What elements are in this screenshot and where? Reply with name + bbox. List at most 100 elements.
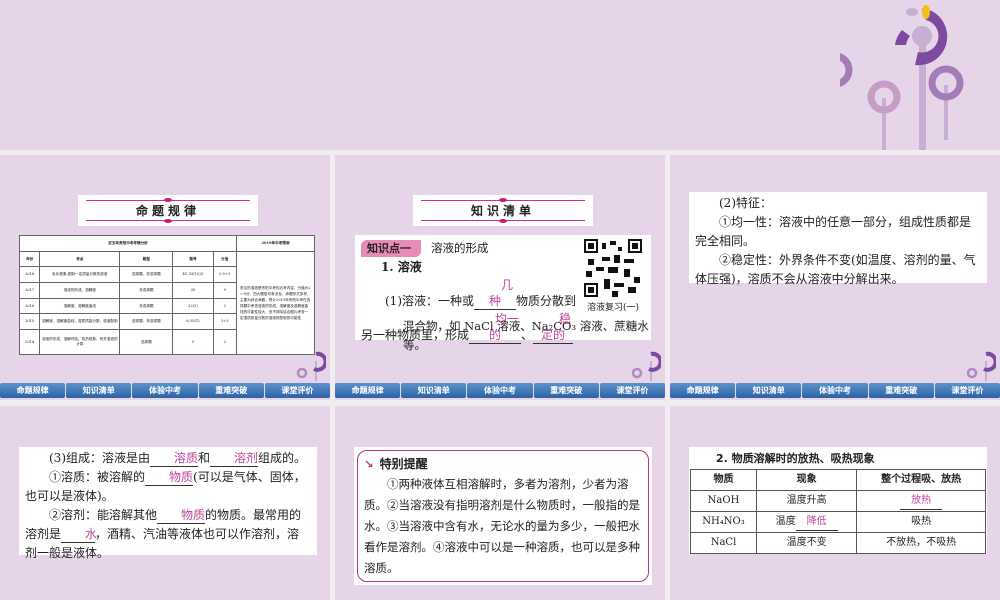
nav-button-zhongnan[interactable]: 重难突破: [533, 383, 599, 398]
feature-uniformity: ①均一性：溶液中的任意一部分，组成性质都是完全相同。: [695, 215, 972, 248]
nav-button-zhishi[interactable]: 知识清单: [736, 383, 802, 398]
cell: NaCl: [690, 532, 757, 554]
nav-button-tiyan[interactable]: 体验中考: [132, 383, 198, 398]
reminder-body: ①两种液体互相溶解时，多者为溶剂，少者为溶质。②当溶液没有指明溶剂是什么物质时，…: [364, 477, 640, 575]
header-band: [0, 0, 1000, 150]
cell: 溶液的形成、溶解时吸、放热现象、有关溶液的计算: [39, 328, 121, 356]
nav-button-tiyan[interactable]: 体验中考: [467, 383, 533, 398]
nav-button-zhishi[interactable]: 知识清单: [66, 383, 132, 398]
knowledge-title: 溶液的形成: [431, 241, 489, 255]
answer-blank: 几种: [474, 277, 516, 310]
decorative-flower-icon: [296, 351, 326, 381]
col-header: 现象: [755, 469, 858, 491]
answer-blank: 降低: [795, 514, 838, 531]
cell: 温度升高: [755, 490, 858, 512]
composition-box: (3)组成：溶液是由 溶质和 溶剂组成的。 ①溶质：被溶解的 物质(可以是气体、固体，…: [19, 447, 317, 560]
cell: 溶解度、溶解度曲线: [39, 297, 121, 315]
special-reminder-box: ↘ 特别提醒 ①两种液体互相溶解时，多者为溶剂，少者为溶质。②当溶液没有指明溶剂是…: [354, 447, 652, 585]
cell: 乳化现象;配制一定质量分数的溶液: [39, 266, 121, 283]
heat-table: 物质 现象 整个过程吸、放热 NaOH 温度升高 放热 NH₄NO₃ 温度 降低 吸热 NaC…: [690, 469, 986, 554]
section-banner: 知识清单: [413, 195, 593, 226]
slide-thumbnail-5[interactable]: ↘ 特别提醒 ①两种液体互相溶解时，多者为溶剂，少者为溶质。②当溶液没有指明溶剂是…: [335, 406, 665, 600]
cell: 2: [212, 297, 238, 315]
cell: 0.5+3: [212, 266, 238, 283]
reminder-title: 特别提醒: [379, 457, 428, 471]
cell: 2: [212, 328, 238, 356]
features-heading: (2)特征：: [719, 196, 772, 210]
banner-title: 知识清单: [470, 204, 535, 218]
col-header: 题型: [119, 250, 174, 268]
cell: 吸热: [856, 511, 986, 533]
nav-button-tiyan[interactable]: 体验中考: [802, 383, 868, 398]
answer-blank: 放热: [900, 493, 943, 510]
cell: 9: [212, 281, 238, 299]
banner-title: 命题规律: [135, 204, 200, 218]
slide-thumbnail-4[interactable]: (3)组成：溶液是由 溶质和 溶剂组成的。 ①溶质：被溶解的 物质(可以是气体、固体，…: [0, 406, 330, 600]
cell: 不放热，不吸热: [856, 532, 986, 554]
knowledge-tag: 知识点一: [361, 240, 421, 257]
slide-nav-bar: 命题规律 知识清单 体验中考 重难突破 课堂评价: [0, 383, 330, 398]
knowledge-box: 知识点一 溶液的形成 1. 溶液 (1)溶液：一种或几种 物质分散到另一种物质里，…: [355, 235, 651, 352]
col-header: 考点: [39, 250, 121, 268]
slide-nav-bar: 命题规律 知识清单 体验中考 重难突破 课堂评价: [670, 383, 1000, 398]
qr-code-block: 溶液复习(一): [583, 239, 643, 314]
heat-phenomena-box: 2. 物质溶解时的放热、吸热现象 物质 现象 整个过程吸、放热 NaOH 温度升高 放热…: [689, 447, 987, 554]
decorative-flower-icon: [966, 351, 996, 381]
cell: 2014: [18, 328, 41, 356]
nav-button-zhishi[interactable]: 知识清单: [401, 383, 467, 398]
forecast-text: 常见的溶液是贵阳中考的必考内容，分值为2～9分，四大题型均有涉及，命题形式多样，…: [236, 250, 315, 356]
col-header: 年份: [18, 250, 41, 268]
features-box: (2)特征： ①均一性：溶液中的任意一部分，组成性质都是完全相同。 ②稳定性：外…: [689, 192, 987, 286]
feature-stability: ②稳定性：外界条件不变(如温度、溶剂的量、气体压强)，溶质不会从溶液中分解出来。: [695, 253, 976, 286]
cell: 5: [172, 328, 214, 356]
answer-blank: 物质: [145, 469, 193, 486]
nav-button-ketang[interactable]: 课堂评价: [599, 383, 665, 398]
nav-button-ketang[interactable]: 课堂评价: [264, 383, 330, 398]
nav-button-ketang[interactable]: 课堂评价: [934, 383, 1000, 398]
col-header: 整个过程吸、放热: [856, 469, 986, 491]
nav-button-mingti[interactable]: 命题规律: [335, 383, 401, 398]
cell: NH₄NO₃: [690, 511, 757, 533]
answer-blank: 物质: [157, 507, 205, 524]
table-row: NaOH 温度升高 放热: [690, 490, 986, 512]
cell: 温度不变: [755, 532, 858, 554]
cell: 非选择题: [119, 281, 174, 299]
slide-thumbnail-2[interactable]: 知识清单 知识点一 溶液的形成 1. 溶液 (1)溶液：一种或几种 物质分散到另一…: [335, 155, 665, 400]
forecast-header: 2019年中考预测: [236, 235, 315, 252]
table-group-header: 近五年贵阳中考考情分析: [19, 235, 237, 252]
table-row: NaCl 温度不变 不放热，不吸热: [690, 532, 986, 554]
arrow-down-right-icon: ↘: [364, 457, 374, 471]
cell: 2015: [18, 313, 41, 330]
cell: 选择题、非选择题: [119, 313, 174, 330]
answer-blank: 溶剂: [210, 450, 258, 467]
nav-button-zhongnan[interactable]: 重难突破: [198, 383, 264, 398]
slide-thumbnail-6[interactable]: 2. 物质溶解时的放热、吸热现象 物质 现象 整个过程吸、放热 NaOH 温度升高 放热…: [670, 406, 1000, 600]
qr-code-icon[interactable]: [584, 239, 642, 297]
nav-button-zhongnan[interactable]: 重难突破: [868, 383, 934, 398]
solution-examples: 混合物，如 NaCl 溶液、Na₂CO₃ 溶液、蔗糖水等。: [403, 319, 649, 352]
cell: 非选择题: [119, 297, 174, 315]
slide-nav-bar: 命题规律 知识清单 体验中考 重难突破 课堂评价: [335, 383, 665, 398]
section-banner: 命题规律: [78, 195, 258, 226]
decorative-flower-icon: [631, 351, 661, 381]
cell: 选择题、非选择题: [119, 266, 174, 283]
cell: NaOH: [690, 490, 757, 512]
cell: 6;35(1): [172, 313, 214, 330]
col-header: 分值: [212, 250, 238, 268]
col-header: 物质: [690, 469, 757, 491]
table-row: NH₄NO₃ 温度 降低 吸热: [690, 511, 986, 533]
slide-thumbnail-3[interactable]: (2)特征： ①均一性：溶液中的任意一部分，组成性质都是完全相同。 ②稳定性：外…: [670, 155, 1000, 400]
cell: 2018: [18, 266, 41, 283]
cell: 溶解度、溶解度曲线、溶质质量分数、溶液配制: [39, 313, 121, 330]
section-heading: 2. 物质溶解时的放热、吸热现象: [716, 452, 875, 465]
col-header: 题号: [172, 250, 214, 268]
cell: 4C;33(1)(2): [172, 266, 214, 283]
qr-caption: 溶液复习(一): [586, 303, 640, 313]
nav-button-mingti[interactable]: 命题规律: [0, 383, 66, 398]
cell: 溶液的形成、溶解度: [39, 281, 121, 299]
slide-thumbnail-1[interactable]: 命题规律 近五年贵阳中考考情分析 2019年中考预测 年份 考点 题型 题号 分值 常见的…: [0, 155, 330, 400]
decorative-flower-icon: [840, 5, 964, 150]
cell: 选择题: [119, 328, 174, 356]
nav-button-mingti[interactable]: 命题规律: [670, 383, 736, 398]
cell: 32(3): [172, 297, 214, 315]
